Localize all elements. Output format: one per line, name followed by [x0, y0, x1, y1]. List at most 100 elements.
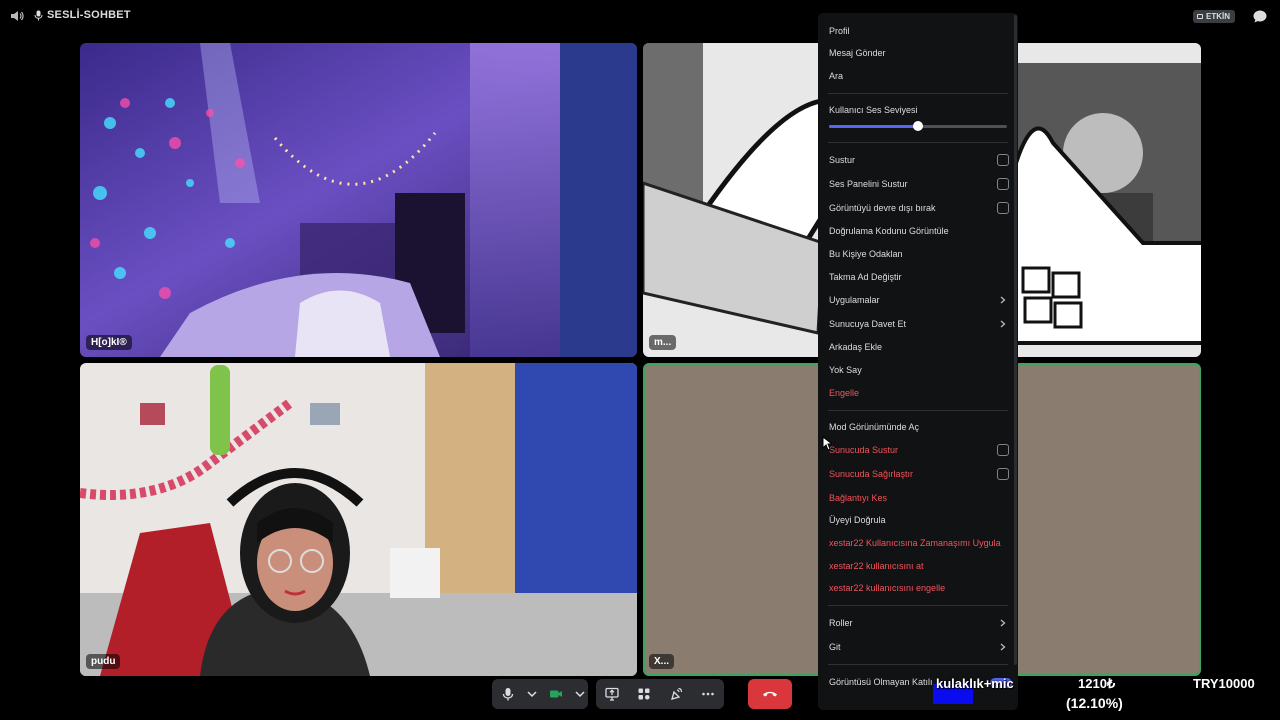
microphone-button[interactable] [492, 679, 524, 709]
menu-item-label: Sustur [829, 155, 856, 165]
menu-separator [828, 410, 1008, 411]
disconnect-call-button[interactable] [748, 679, 792, 709]
menu-item-label: Bu Kişiye Odaklan [829, 249, 903, 259]
chevron-down-icon [527, 691, 537, 698]
menu-scrollbar[interactable] [1014, 15, 1017, 665]
menu-item-change-nickname[interactable]: Takma Ad Değiştir [829, 268, 1009, 286]
menu-item-add-friend[interactable]: Arkadaş Ekle [829, 338, 1009, 356]
participant-name-tag: X... [649, 654, 675, 669]
participant-name-tag: H[o]kI® [86, 335, 132, 350]
menu-item-label: Sunucuya Davet Et [829, 319, 907, 329]
camera-options-button[interactable] [572, 679, 588, 709]
menu-volume-label: Kullanıcı Ses Seviyesi [829, 101, 1009, 119]
checkbox[interactable] [997, 468, 1009, 480]
camera-feed-party-room [80, 43, 637, 357]
video-tile[interactable]: pudu [80, 363, 637, 676]
ellipsis-icon [702, 692, 714, 696]
soundboard-button[interactable] [660, 679, 692, 709]
activities-button[interactable] [628, 679, 660, 709]
more-options-button[interactable] [692, 679, 724, 709]
activity-button[interactable]: ETKİN [1193, 10, 1235, 23]
chevron-right-icon [1000, 619, 1006, 627]
camera-button[interactable] [540, 679, 572, 709]
menu-item-mute[interactable]: Sustur [829, 151, 1009, 169]
video-tile[interactable]: H[o]kI® [80, 43, 637, 357]
menu-item-label: Yok Say [829, 365, 862, 375]
user-context-menu: Profil Mesaj Gönder Ara Kullanıcı Ses Se… [818, 13, 1018, 710]
overlay-goal-amount: 1210₺ [1078, 676, 1116, 691]
menu-item-verify-member[interactable]: Üyeyi Doğrula [829, 511, 1009, 529]
soundboard-icon [671, 687, 683, 700]
checkbox[interactable] [997, 178, 1009, 190]
menu-item-label: Takma Ad Değiştir [829, 272, 902, 282]
activity-icon [1197, 14, 1203, 19]
overlay-goal-label: kulaklık+mic [936, 676, 1014, 691]
microphone-options-button[interactable] [524, 679, 540, 709]
chat-bubble-icon[interactable] [1253, 10, 1267, 23]
menu-item-kick-user[interactable]: xestar22 kullanıcısını at [829, 557, 1009, 575]
overlay-goal-percent: (12.10%) [1066, 695, 1123, 711]
menu-item-block[interactable]: Engelle [829, 384, 1009, 402]
menu-item-label: Ara [829, 71, 844, 81]
menu-item-server-deafen[interactable]: Sunucuda Sağırlaştır [829, 465, 1009, 483]
menu-item-label: Mod Görünümünde Aç [829, 422, 920, 432]
menu-item-label: Ses Panelini Sustur [829, 179, 908, 189]
menu-item-server-mute[interactable]: Sunucuda Sustur [829, 441, 1009, 459]
menu-item-disconnect[interactable]: Bağlantıyı Kes [829, 489, 1009, 507]
menu-item-mod-view[interactable]: Mod Görünümünde Aç [829, 418, 1009, 436]
menu-item-timeout-user[interactable]: xestar22 Kullanıcısına Zamanaşımı Uygula [829, 534, 1009, 552]
microphone-icon [502, 688, 514, 701]
camera-feed-person [80, 363, 637, 676]
menu-item-ban-user[interactable]: xestar22 kullanıcısını engelle [829, 579, 1009, 597]
overlay-goal-target: TRY10000 [1193, 676, 1255, 691]
audio-video-group [492, 679, 588, 709]
menu-item-apps[interactable]: Uygulamalar [829, 291, 1009, 309]
menu-item-ignore[interactable]: Yok Say [829, 361, 1009, 379]
menu-item-label: Üyeyi Doğrula [829, 515, 886, 525]
slider-fill [829, 125, 918, 128]
menu-item-label: xestar22 Kullanıcısına Zamanaşımı Uygula [829, 538, 1001, 548]
activities-icon [638, 688, 650, 700]
participant-name-tag: pudu [86, 654, 121, 669]
menu-item-label: Sunucuda Sustur [829, 445, 899, 455]
menu-item-roles[interactable]: Roller [829, 614, 1009, 632]
menu-item-label: Profil [829, 26, 850, 36]
menu-item-go[interactable]: Git [829, 638, 1009, 656]
menu-item-label: Uygulamalar [829, 295, 880, 305]
menu-separator [828, 93, 1008, 94]
menu-item-disable-video[interactable]: Görüntüyü devre dışı bırak [829, 199, 1009, 217]
channel-name: SESLİ-SOHBET [47, 9, 131, 21]
checkbox[interactable] [997, 444, 1009, 456]
menu-separator [828, 664, 1008, 665]
menu-item-send-message[interactable]: Mesaj Gönder [829, 44, 1009, 62]
hang-up-icon [763, 691, 777, 697]
top-bar: SESLİ-SOHBET ETKİN [0, 0, 1280, 32]
menu-item-verification-code[interactable]: Doğrulama Kodunu Görüntüle [829, 222, 1009, 240]
user-volume-slider[interactable] [829, 121, 1007, 131]
menu-item-label: Git [829, 642, 841, 652]
screen-share-button[interactable] [596, 679, 628, 709]
chevron-right-icon [1000, 643, 1006, 651]
menu-item-label: Bağlantıyı Kes [829, 493, 888, 503]
volume-icon[interactable] [10, 9, 24, 23]
menu-item-label: Sunucuda Sağırlaştır [829, 469, 914, 479]
checkbox[interactable] [997, 202, 1009, 214]
menu-item-mute-soundboard[interactable]: Ses Panelini Sustur [829, 175, 1009, 193]
menu-item-label: Doğrulama Kodunu Görüntüle [829, 226, 949, 236]
menu-item-label: xestar22 kullanıcısını engelle [829, 583, 946, 593]
menu-item-profile[interactable]: Profil [829, 22, 1009, 40]
menu-item-call[interactable]: Ara [829, 67, 1009, 85]
menu-item-focus-user[interactable]: Bu Kişiye Odaklan [829, 245, 1009, 263]
slider-handle[interactable] [913, 121, 923, 131]
microphone-icon [34, 10, 43, 20]
screen-share-icon [605, 687, 619, 701]
call-controls [492, 679, 792, 709]
menu-item-label: Görüntüyü devre dışı bırak [829, 203, 936, 213]
channel-title: SESLİ-SOHBET [34, 9, 131, 21]
checkbox[interactable] [997, 154, 1009, 166]
menu-item-label: Engelle [829, 388, 860, 398]
menu-item-label: Görüntüsü Olmayan Katılı [829, 677, 933, 687]
menu-item-invite-to-server[interactable]: Sunucuya Davet Et [829, 315, 1009, 333]
menu-item-label: xestar22 kullanıcısını at [829, 561, 924, 571]
mouse-cursor-icon [822, 436, 832, 451]
